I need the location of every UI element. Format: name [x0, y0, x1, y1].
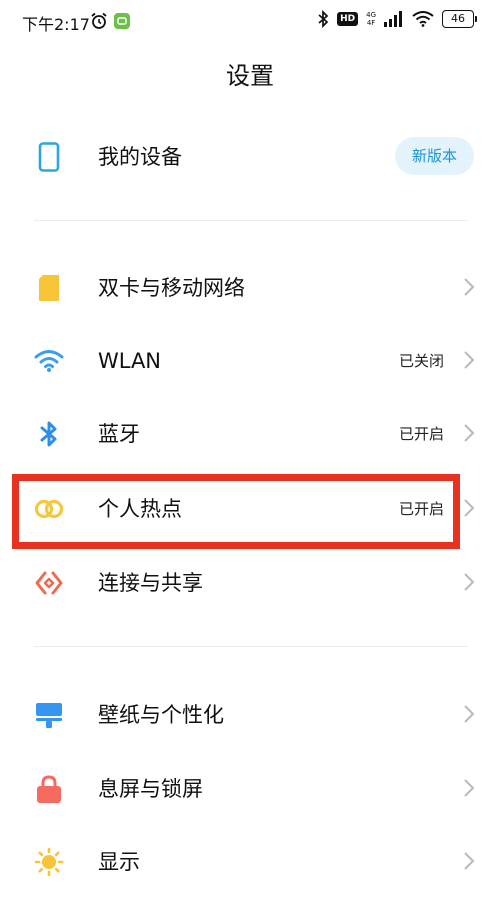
- sim-card-icon: [34, 273, 64, 303]
- settings-item-status: 已关闭: [398, 352, 444, 370]
- wallpaper-icon: [34, 700, 64, 730]
- hotspot-icon: [34, 494, 64, 524]
- section-divider: [34, 220, 468, 221]
- settings-item-label: 连接与共享: [98, 571, 203, 595]
- settings-item-bluetooth[interactable]: 蓝牙 已开启: [0, 397, 500, 469]
- chevron-right-icon: [464, 499, 475, 517]
- chevron-right-icon: [464, 278, 475, 296]
- bluetooth-icon: [34, 419, 64, 449]
- chevron-right-icon: [464, 852, 475, 870]
- battery-indicator: 46: [442, 10, 477, 28]
- status-time: 下午2:17: [22, 15, 90, 34]
- settings-item-connection-share[interactable]: 连接与共享: [0, 546, 500, 618]
- settings-item-dual-sim[interactable]: 双卡与移动网络: [0, 251, 500, 323]
- phone-device-icon: [34, 142, 64, 172]
- bluetooth-status-icon: [318, 10, 329, 28]
- settings-item-status: 已开启: [398, 500, 444, 518]
- settings-item-status: 已开启: [398, 425, 444, 443]
- chevron-right-icon: [464, 705, 475, 723]
- my-device-row[interactable]: 我的设备 新版本: [0, 120, 500, 192]
- display-sun-icon: [34, 847, 64, 877]
- page-title: 设置: [226, 62, 274, 90]
- settings-item-label: WLAN: [98, 349, 162, 373]
- my-device-label: 我的设备: [98, 145, 182, 169]
- wifi-icon: [34, 346, 64, 376]
- hd-voice-badge: HD: [337, 12, 359, 26]
- chevron-right-icon: [464, 779, 475, 797]
- chevron-right-icon: [464, 573, 475, 591]
- settings-item-label: 个人热点: [98, 497, 182, 521]
- settings-item-label: 壁纸与个性化: [98, 703, 224, 727]
- chevron-right-icon: [464, 424, 475, 442]
- settings-item-wallpaper[interactable]: 壁纸与个性化: [0, 678, 500, 750]
- chevron-right-icon: [464, 351, 475, 369]
- connection-share-icon: [34, 568, 64, 598]
- settings-item-hotspot[interactable]: 个人热点 已开启: [0, 472, 500, 544]
- settings-item-display[interactable]: 显示: [0, 825, 500, 897]
- network-type-label: 4G 4F: [366, 11, 376, 27]
- alarm-clock-icon: [91, 12, 107, 29]
- settings-item-label: 蓝牙: [98, 422, 140, 446]
- lock-icon: [34, 774, 64, 804]
- section-divider: [34, 646, 468, 647]
- settings-item-label: 显示: [98, 850, 140, 874]
- settings-item-lock-screen[interactable]: 息屏与锁屏: [0, 752, 500, 824]
- settings-item-label: 息屏与锁屏: [98, 777, 203, 801]
- app-notification-icon: [114, 13, 130, 29]
- new-version-badge[interactable]: 新版本: [394, 137, 474, 175]
- status-bar: 下午2:17 HD 4G 4F 46: [0, 0, 500, 44]
- settings-item-wlan[interactable]: WLAN 已关闭: [0, 324, 500, 396]
- settings-item-label: 双卡与移动网络: [98, 276, 245, 300]
- signal-strength-icon: [384, 11, 402, 27]
- wifi-status-icon: [412, 11, 434, 27]
